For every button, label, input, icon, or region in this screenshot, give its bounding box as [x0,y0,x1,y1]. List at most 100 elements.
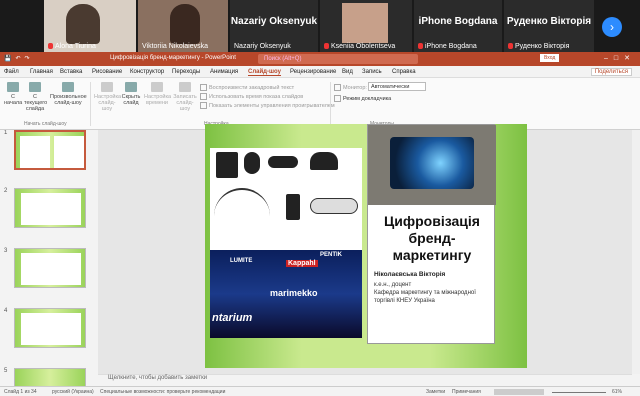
participant-tile[interactable]: Руденко Вікторія Руденко Вікторія [504,0,594,52]
participant-video [66,4,100,44]
divider [90,82,91,126]
menu-item[interactable]: Анимация [210,69,238,75]
gloves-image [216,152,238,178]
setup-slideshow-button[interactable]: Настройка слайд-шоу [94,82,121,112]
participant-tile[interactable]: Kseniia Obolentseva [320,0,412,52]
slide-thumbnail[interactable] [14,368,86,386]
menu-item[interactable]: Главная [30,69,53,75]
menu-item[interactable]: Рисование [92,69,122,75]
participant-tile[interactable]: Nazariy Oksenyuk Nazariy Oksenyuk [230,0,318,52]
participant-video [170,4,200,44]
mic-muted-icon [324,43,329,50]
participant-tile[interactable]: Viktoriia Nikolaievska [138,0,228,52]
participant-tile[interactable]: Alona Tiurina [44,0,136,52]
participant-big-name: Руденко Вікторія [506,16,592,27]
menu-item[interactable]: Переходы [172,69,200,75]
cap-image [310,152,338,170]
city-photo: LUMITE Kappahl PENTIK marimekko ntarium [210,250,362,338]
zoom-slider[interactable] [552,392,606,393]
slide-number: 1 [4,130,8,136]
zoom-level[interactable]: 61% [612,389,622,395]
menu-item[interactable]: Слайд-шоу [248,69,281,76]
store-sign: LUMITE [230,258,253,264]
from-start-button[interactable]: С начала [4,82,22,106]
menu-item[interactable]: Вставка [60,69,82,75]
language-indicator[interactable]: русский (Украина) [52,389,94,395]
record-icon [179,82,191,92]
narrations-checkbox[interactable]: Воспроизвести закадровый текст [200,84,294,91]
slide-title[interactable]: Цифровізація бренд-маркетингу [372,213,492,264]
participant-name: Kseniia Obolentseva [324,43,395,50]
menu-item[interactable]: Рецензирование [290,69,336,75]
slide-affiliation[interactable]: к.е.н., доцент Кафедра маркетингу та міжн… [374,281,492,305]
slide-thumbnail[interactable] [14,248,86,288]
ribbon: С начала С текущего слайда Произвольное … [0,78,640,130]
slide-author[interactable]: Ніколаєвська Вікторія [374,271,445,278]
store-sign: ntarium [212,312,253,324]
participant-tile[interactable]: iPhone Bogdana iPhone Bogdana [414,0,502,52]
belt-bag-image [310,198,358,214]
notes-pane[interactable]: Щелкните, чтобы добавить заметки [98,374,632,384]
accessibility-indicator[interactable]: Специальные возможности: проверьте реком… [100,389,225,395]
custom-show-button[interactable]: Произвольное слайд-шоу [50,82,87,106]
search-input[interactable]: Поиск (Alt+Q) [258,54,418,64]
window-controls[interactable]: –□✕ [604,54,636,62]
slide-number: 5 [4,368,8,374]
divider [330,82,331,126]
rehearse-button[interactable]: Настройка времени [144,82,171,106]
window-title: Цифровізація бренд-маркетингу - PowerPoi… [110,55,236,61]
notes-toggle[interactable]: Заметки [426,389,445,395]
status-bar: Слайд 1 из 34 русский (Украина) Специаль… [0,386,640,396]
slide-number: 3 [4,248,8,254]
slide-number: 2 [4,188,8,194]
menu-item[interactable]: Конструктор [130,69,164,75]
store-sign: PENTIK [320,252,343,258]
menu-bar: Файл Главная Вставка Рисование Конструктор Пе… [0,66,640,78]
media-controls-checkbox[interactable]: Показать элементы управления проигрывате… [200,102,335,109]
slide-thumbnail[interactable] [14,130,86,170]
slide-thumbnail[interactable] [14,188,86,228]
timings-checkbox[interactable]: Использовать время показа слайдов [200,93,303,100]
participant-big-name: Nazariy Oksenyuk [230,16,318,27]
hide-slide-button[interactable]: Скрыть слайд [120,82,142,106]
header-image [368,125,496,205]
menu-item[interactable]: Справка [392,69,416,75]
participant-name: Viktoriia Nikolaievska [142,43,209,50]
slide-thumbnails-pane: 1 2 3 4 5 [0,130,96,386]
store-sign: marimekko [270,288,318,298]
menu-item[interactable]: Вид [342,69,353,75]
monitor-select[interactable]: Автоматически [368,82,426,91]
video-bar: Alona Tiurina Viktoriia Nikolaievska Naz… [0,0,640,52]
store-sign: Kappahl [286,260,318,267]
vertical-scrollbar[interactable] [632,130,640,374]
monitor-checkbox[interactable]: Монитор: [334,84,367,91]
mic-muted-icon [418,43,423,50]
view-buttons[interactable] [494,389,544,395]
presenter-view-checkbox[interactable]: Режим докладчика [334,95,391,102]
slideshow-icon [29,82,41,92]
digital-globe-image [390,137,474,189]
next-participants-button[interactable]: › [602,17,622,37]
participant-video [342,3,388,43]
signin-button[interactable]: Вход [540,54,560,62]
title-panel: Цифровізація бренд-маркетингу Ніколаєвсь… [367,124,496,344]
share-button[interactable]: Поделиться [590,68,632,76]
record-button[interactable]: Записать слайд-шоу [172,82,198,112]
comments-toggle[interactable]: Примечания [452,389,481,395]
participant-name: Руденко Вікторія [508,43,569,50]
from-current-button[interactable]: С текущего слайда [24,82,47,112]
slide-thumbnail[interactable] [14,308,86,348]
slide-count: Слайд 1 из 34 [4,389,37,395]
sleep-mask-image [268,156,298,168]
participant-name: Nazariy Oksenyuk [234,43,291,50]
chevron-right-icon: › [610,20,614,34]
participant-name: Alona Tiurina [48,43,96,50]
group-label: Начать слайд-шоу [24,121,67,127]
title-bar: 💾↶↷ Цифровізація бренд-маркетингу - Powe… [0,52,640,66]
current-slide[interactable]: LUMITE Kappahl PENTIK marimekko ntarium … [205,124,527,368]
menu-item[interactable]: Запись [362,69,382,75]
quick-access-toolbar[interactable]: 💾↶↷ [4,55,34,62]
umbrella-image [214,188,270,224]
menu-item[interactable]: Файл [4,69,19,75]
timer-icon [151,82,163,92]
